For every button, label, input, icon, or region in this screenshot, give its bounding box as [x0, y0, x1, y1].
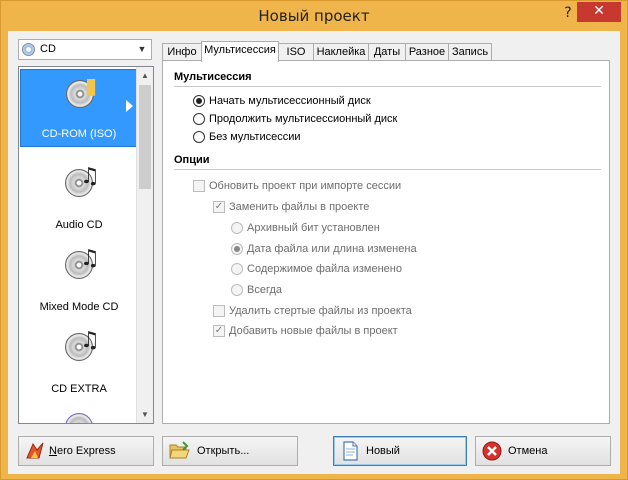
new-document-icon — [343, 441, 358, 461]
scroll-thumb[interactable] — [139, 85, 151, 189]
checkbox-label: Обновить проект при импорте сессии — [209, 180, 402, 192]
open-button-label: Открыть... — [197, 445, 250, 457]
project-type-audio-cd[interactable]: ♫ Audio CD — [20, 159, 138, 237]
project-type-next-partial[interactable] — [20, 405, 138, 423]
tab-multisession[interactable]: Мультисессия — [201, 41, 279, 62]
project-type-label: CD-ROM (ISO) — [41, 128, 117, 140]
cd-disc-icon — [22, 43, 35, 56]
project-type-cd-extra[interactable]: ♫ CD EXTRA — [20, 323, 138, 401]
close-button[interactable]: ✕ — [577, 2, 621, 22]
nero-express-label: ero Express — [56, 445, 116, 457]
radio-indicator[interactable] — [231, 284, 243, 296]
checkbox-indicator[interactable] — [193, 180, 205, 192]
project-type-cd-rom-iso[interactable]: ▮ CD-ROM (ISO) — [20, 69, 138, 147]
chevron-down-icon[interactable]: ▼ — [135, 41, 149, 58]
folder-open-icon — [169, 441, 190, 459]
check-icon[interactable]: ✓ — [213, 201, 225, 213]
nero-express-mnemonic: N — [49, 445, 57, 457]
project-type-label: Mixed Mode CD — [39, 301, 119, 313]
dialog-client-area: CD ▼ ▮ CD-ROM (ISO) ♫ Audio CD ♫ Mixed M… — [8, 31, 620, 474]
radio-indicator[interactable] — [193, 95, 205, 107]
data-folder-icon: ▮ — [85, 74, 98, 99]
chevron-right-icon — [126, 100, 133, 112]
radio-indicator[interactable] — [193, 113, 205, 125]
music-note-icon: ♫ — [80, 246, 100, 271]
cancel-icon — [482, 441, 502, 461]
tab-label[interactable]: Наклейка — [313, 43, 369, 61]
checkbox-indicator[interactable] — [213, 305, 225, 317]
radio-indicator[interactable] — [193, 131, 205, 143]
checkbox-label: Заменить файлы в проекте — [229, 201, 370, 213]
check-icon[interactable]: ✓ — [213, 325, 225, 337]
radio-indicator[interactable] — [231, 222, 243, 234]
radio-label: Продолжить мультисессионный диск — [209, 113, 398, 125]
tab-burn[interactable]: Запись — [448, 43, 492, 61]
music-note-icon: ♫ — [80, 164, 100, 189]
radio-label: Содержимое файла изменено — [247, 263, 402, 275]
checkbox-label: Удалить стертые файлы из проекта — [229, 305, 412, 317]
multisession-panel: Мультисессия Начать мультисессионный дис… — [162, 60, 610, 424]
radio-indicator[interactable] — [231, 263, 243, 275]
radio-label: Всегда — [247, 284, 283, 296]
project-type-mixed-mode-cd[interactable]: ♫ Mixed Mode CD — [20, 241, 138, 319]
tab-dates[interactable]: Даты — [368, 43, 406, 61]
tab-iso[interactable]: ISO — [278, 43, 314, 61]
new-project-dialog: Новый проект ? ✕ CD ▼ ▮ CD-ROM (ISO) ♫ A… — [0, 0, 628, 480]
tab-info[interactable]: Инфо — [162, 43, 202, 61]
music-note-icon: ♫ — [80, 328, 100, 353]
radio-label: Без мультисессии — [209, 131, 301, 143]
list-scrollbar[interactable]: ▲ ▼ — [136, 67, 153, 423]
project-type-label: Audio CD — [55, 219, 103, 231]
disc-type-select[interactable]: CD ▼ — [18, 39, 152, 60]
new-button[interactable]: Новый — [333, 436, 467, 466]
nero-express-icon — [26, 442, 44, 459]
cancel-button[interactable]: Отмена — [475, 436, 611, 466]
window-title: Новый проект — [258, 7, 370, 25]
scroll-down-icon[interactable]: ▼ — [137, 406, 153, 423]
title-bar[interactable]: Новый проект ? ✕ — [1, 1, 627, 31]
divider — [174, 169, 601, 170]
scroll-up-icon[interactable]: ▲ — [137, 67, 153, 84]
radio-label: Начать мультисессионный диск — [209, 95, 371, 107]
new-button-label: Новый — [366, 445, 400, 457]
project-type-list[interactable]: ▮ CD-ROM (ISO) ♫ Audio CD ♫ Mixed Mode C… — [18, 66, 154, 424]
disc-type-value: CD — [40, 43, 56, 55]
options-section-title: Опции — [174, 154, 210, 166]
cancel-button-label: Отмена — [508, 445, 548, 457]
checkbox-label: Добавить новые файлы в проект — [229, 325, 398, 337]
radio-label: Архивный бит установлен — [247, 222, 380, 234]
project-type-label: CD EXTRA — [51, 383, 107, 395]
dvd-disc-icon — [65, 413, 93, 423]
nero-express-button[interactable]: Nero Express — [18, 436, 154, 466]
divider — [174, 86, 601, 87]
radio-label: Дата файла или длина изменена — [247, 243, 417, 255]
radio-indicator[interactable] — [231, 243, 243, 255]
open-button[interactable]: Открыть... — [162, 436, 298, 466]
multisession-section-title: Мультисессия — [174, 71, 252, 83]
tab-misc[interactable]: Разное — [405, 43, 449, 61]
help-icon[interactable]: ? — [561, 5, 575, 23]
